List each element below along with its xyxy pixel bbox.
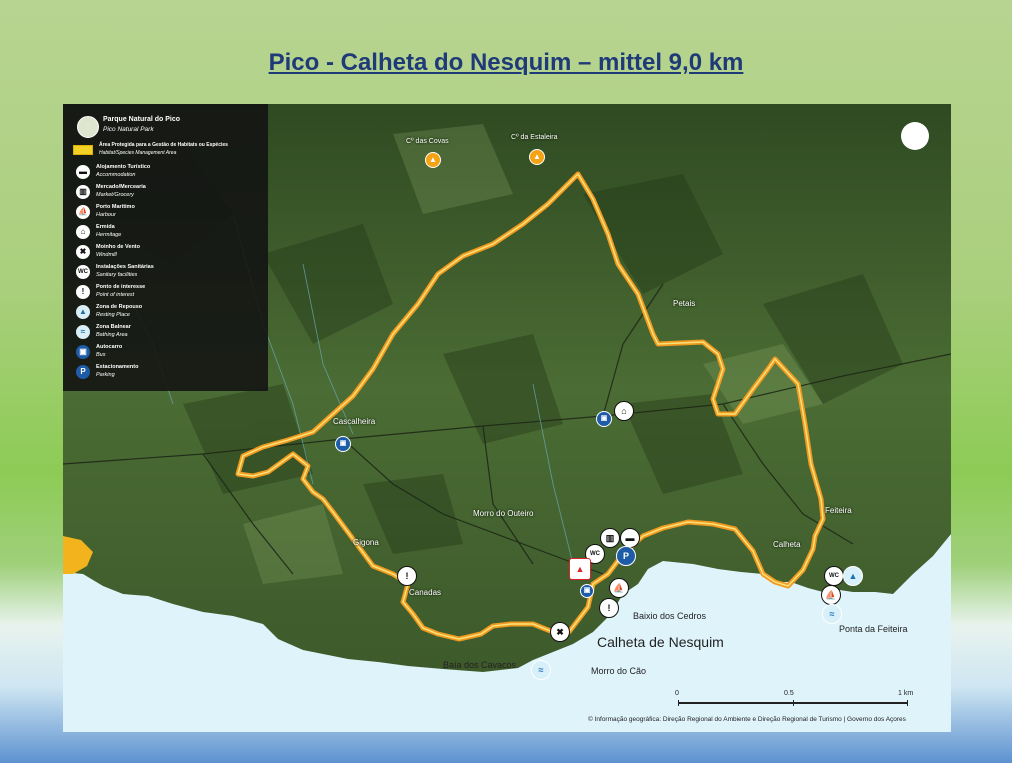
park-name: Parque Natural do Pico — [103, 116, 181, 123]
legend-item-hermitage: ⌂ Ermida Hermitage — [76, 224, 256, 242]
place-gigona: Gigona — [353, 538, 379, 547]
windmill-icon[interactable]: ✖ — [550, 622, 570, 642]
boat-icon[interactable]: ⛵ — [821, 585, 841, 605]
legend-label-en: Accommodation — [96, 172, 136, 178]
place-calheta: Calheta — [773, 540, 801, 549]
scale-label-half: 0.5 — [784, 690, 794, 697]
place-ponta-feiteira: Ponta da Feiteira — [839, 624, 908, 634]
info-icon: ! — [76, 285, 90, 299]
bus-icon: ▣ — [76, 345, 90, 359]
swim-icon[interactable]: ≈ — [822, 604, 842, 624]
legend-label: Ponto de interesse — [96, 284, 146, 290]
peak-label-estaleira: Cº da Estaleira — [511, 134, 558, 141]
bed-icon[interactable]: ▬ — [620, 528, 640, 548]
legend-label-en: Resting Place — [96, 312, 130, 318]
north-arrow-icon — [901, 122, 929, 150]
map-credit: © Informação geográfica: Direção Regiona… — [588, 716, 906, 723]
place-feiteira: Feiteira — [825, 506, 852, 515]
legend-item-sanitary: WC Instalações Sanitárias Sanitary facil… — [76, 264, 256, 282]
boat-icon[interactable]: ⛵ — [609, 578, 629, 598]
legend-label: Mercado/Mercearia — [96, 184, 146, 190]
legend-label-en: Bathing Area — [96, 332, 128, 338]
legend-item-windmill: ✖ Moinho de Vento Windmill — [76, 244, 256, 262]
bed-icon: ▬ — [76, 165, 90, 179]
mountain-icon[interactable]: ▲ — [529, 149, 545, 165]
legend-label-en: Parking — [96, 372, 115, 378]
legend-item-parking: P Estacionamento Parking — [76, 364, 256, 382]
boat-icon: ⛵ — [76, 205, 90, 219]
scale-tick — [678, 700, 679, 706]
legend-item-accommodation: ▬ Alojamento Turístico Accommodation — [76, 164, 256, 182]
protected-area-label-en: Habitat/Species Management Area — [99, 150, 177, 156]
place-morro-cao: Morro do Cão — [591, 666, 647, 676]
place-canadas: Canadas — [409, 588, 442, 597]
legend-label: Alojamento Turístico — [96, 164, 151, 170]
legend-label-en: Market/Grocery — [96, 192, 134, 198]
parking-icon[interactable]: P — [616, 546, 636, 566]
legend-label-en: Point of interest — [96, 292, 135, 298]
rest-icon: ▲ — [76, 305, 90, 319]
place-baixio-cedros: Baixio dos Cedros — [633, 611, 707, 621]
legend-item-rest: ▲ Zona de Repouso Resting Place — [76, 304, 256, 322]
legend-label: Instalações Sanitárias — [96, 264, 154, 270]
scale-label-0: 0 — [675, 690, 679, 697]
parking-icon: P — [76, 365, 90, 379]
map-legend: Parque Natural do Pico Pico Natural Park… — [63, 104, 268, 391]
legend-label: Moinho de Vento — [96, 244, 140, 250]
wc-icon: WC — [76, 265, 90, 279]
place-morro-outeiro: Morro do Outeiro — [473, 509, 534, 518]
rest-icon[interactable]: ▲ — [843, 566, 863, 586]
legend-label-en: Bus — [96, 352, 106, 358]
scale-label-km: 1 km — [898, 690, 914, 697]
legend-item-bus: ▣ Autocarro Bus — [76, 344, 256, 362]
windmill-icon: ✖ — [76, 245, 90, 259]
legend-label-en: Windmill — [96, 252, 117, 258]
peak-label-covas: Cº das Covas — [406, 138, 449, 145]
chapel-icon[interactable]: ⌂ — [614, 401, 634, 421]
page-title: Pico - Calheta do Nesquim – mittel 9,0 k… — [268, 49, 744, 76]
legend-item-market: ▥ Mercado/Mercearia Market/Grocery — [76, 184, 256, 202]
legend-label: Estacionamento — [96, 364, 139, 370]
legend-label: Ermida — [96, 224, 115, 230]
place-cascalheira: Cascalheira — [333, 417, 376, 426]
place-petais: Petais — [673, 299, 696, 308]
legend-label-en: Harbour — [96, 212, 116, 218]
bus-icon[interactable]: ▣ — [335, 436, 351, 452]
legend-label-en: Sanitary facilities — [96, 272, 138, 278]
swim-icon[interactable]: ≈ — [531, 660, 551, 680]
park-logo-icon — [77, 116, 99, 138]
legend-label: Autocarro — [96, 344, 123, 350]
bus-icon[interactable]: ▣ — [580, 584, 594, 598]
scale-tick — [907, 700, 908, 706]
swim-icon: ≈ — [76, 325, 90, 339]
legend-label: Porto Marítimo — [96, 204, 135, 210]
mountain-icon[interactable]: ▲ — [425, 152, 441, 168]
legend-label: Zona Balnear — [96, 324, 131, 330]
hiker-start-icon[interactable]: ▲ — [569, 558, 591, 580]
place-baia-cavacos: Baía dos Cavacos — [443, 660, 517, 670]
cart-icon: ▥ — [76, 185, 90, 199]
legend-item-poi: ! Ponto de interesse Point of interest — [76, 284, 256, 302]
info-icon[interactable]: ! — [397, 566, 417, 586]
info-icon[interactable]: ! — [599, 598, 619, 618]
legend-label: Zona de Repouso — [96, 304, 143, 310]
wc-icon[interactable]: WC — [824, 566, 844, 586]
legend-label-en: Hermitage — [96, 232, 122, 238]
scale-tick — [793, 700, 794, 706]
chapel-icon: ⌂ — [76, 225, 90, 239]
protected-area-label: Área Protegida para a Gestão de Habitats… — [99, 142, 228, 148]
trail-map[interactable]: Parque Natural do Pico Pico Natural Park… — [63, 104, 951, 732]
park-name-en: Pico Natural Park — [103, 126, 154, 133]
cart-icon[interactable]: ▥ — [600, 528, 620, 548]
place-calheta-nesquim: Calheta de Nesquim — [597, 634, 724, 650]
legend-item-harbour: ⛵ Porto Marítimo Harbour — [76, 204, 256, 222]
bus-icon[interactable]: ▣ — [596, 411, 612, 427]
protected-area-swatch — [73, 145, 93, 155]
legend-item-bathing: ≈ Zona Balnear Bathing Area — [76, 324, 256, 342]
